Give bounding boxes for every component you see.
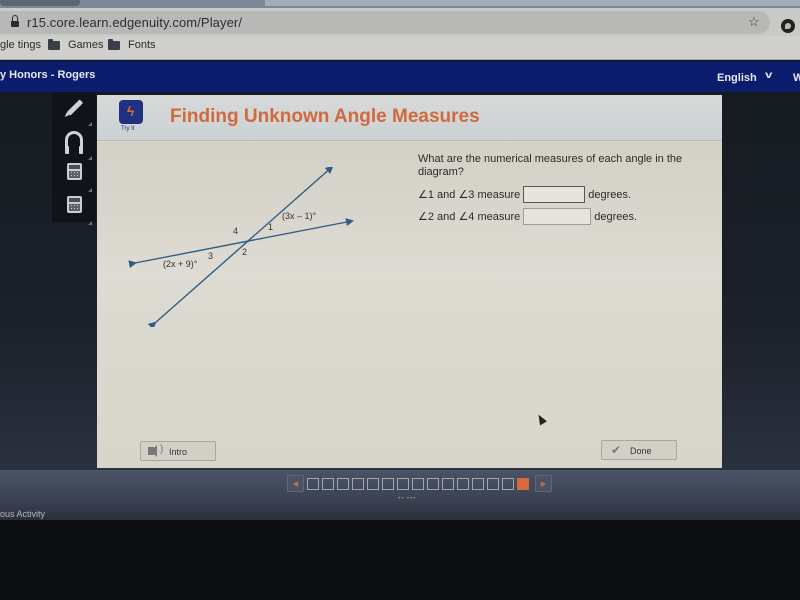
question-prompt: What are the numerical measures of each … bbox=[418, 153, 683, 178]
angle-label-4: 4 bbox=[233, 226, 239, 236]
folder-icon bbox=[108, 38, 120, 50]
answer-label: ∠1 and ∠3 measure bbox=[418, 189, 521, 201]
bookmark-label: Fonts bbox=[128, 39, 156, 51]
angle-3-expression: (2x + 9)° bbox=[163, 259, 198, 269]
lesson-header: ϟ Try It Finding Unknown Angle Measures bbox=[97, 95, 722, 141]
answer-row-2-4: ∠2 and ∠4 measure degrees. bbox=[418, 208, 637, 225]
page-indicator-13[interactable] bbox=[487, 477, 499, 490]
scientific-calculator-tool-button[interactable] bbox=[60, 193, 92, 225]
page-indicator-11[interactable] bbox=[457, 477, 469, 490]
bookmark-folder-fonts[interactable]: Fonts bbox=[108, 38, 156, 51]
angle-label-2: 2 bbox=[242, 247, 248, 257]
lesson-title: Finding Unknown Angle Measures bbox=[170, 106, 480, 127]
checkmark-icon: ✔ bbox=[611, 443, 622, 457]
tab-strip bbox=[0, 0, 800, 8]
extension-icon[interactable] bbox=[781, 19, 795, 33]
app-header: y Honors - Rogers English v W bbox=[0, 61, 800, 92]
bookmarks-bar: gle tings Games Fonts bbox=[0, 36, 800, 60]
bookmark-folder-games[interactable]: Games bbox=[48, 38, 104, 51]
page-indicator-6[interactable] bbox=[382, 477, 394, 490]
page-indicator-10[interactable] bbox=[442, 477, 454, 490]
address-bar[interactable]: r15.core.learn.edgenuity.com/Player/ ☆ bbox=[0, 11, 770, 34]
angle-2-4-input[interactable] bbox=[523, 208, 592, 225]
previous-activity-link[interactable]: ous Activity bbox=[0, 509, 45, 519]
screen: r15.core.learn.edgenuity.com/Player/ ☆ g… bbox=[0, 0, 800, 600]
try-it-label: Try It bbox=[121, 126, 135, 132]
done-button[interactable]: ✔ Done bbox=[601, 440, 677, 460]
answer-suffix: degrees. bbox=[588, 188, 632, 201]
pencil-tool-button[interactable] bbox=[60, 94, 92, 126]
page-indicator-15[interactable] bbox=[517, 477, 529, 490]
page-indicator-12[interactable] bbox=[472, 477, 484, 490]
calculator-tool-button[interactable] bbox=[60, 160, 92, 192]
lower-area bbox=[0, 520, 800, 600]
calculator-icon bbox=[67, 163, 82, 180]
folder-icon bbox=[48, 38, 60, 50]
page-indicator-2[interactable] bbox=[322, 477, 334, 490]
language-selector[interactable]: English bbox=[717, 72, 757, 84]
angle-label-3: 3 bbox=[208, 251, 214, 261]
page-indicator-14[interactable] bbox=[502, 477, 514, 490]
intro-label: Intro bbox=[169, 447, 188, 457]
tool-rail bbox=[52, 92, 96, 225]
lightning-icon: ϟ bbox=[127, 103, 135, 119]
try-it-badge: ϟ bbox=[119, 100, 143, 124]
lesson-body: 4 1 2 3 (3x – 1)° (2x + 9)° What are the… bbox=[97, 142, 722, 468]
address-bar-row: r15.core.learn.edgenuity.com/Player/ ☆ bbox=[0, 8, 800, 36]
angle-1-expression: (3x – 1)° bbox=[282, 211, 317, 221]
angle-label-1: 1 bbox=[268, 222, 274, 232]
chevron-down-icon[interactable]: v bbox=[765, 70, 772, 81]
answer-label: ∠2 and ∠4 measure bbox=[418, 211, 521, 223]
intro-button[interactable]: Intro bbox=[140, 441, 216, 461]
audio-tool-button[interactable] bbox=[60, 128, 92, 160]
page-indicator-5[interactable] bbox=[367, 477, 379, 490]
angle-diagram: 4 1 2 3 (3x – 1)° (2x + 9)° bbox=[120, 167, 370, 327]
page-indicator-1[interactable] bbox=[307, 477, 319, 490]
calculator-icon bbox=[67, 196, 82, 213]
bookmark-star-icon[interactable]: ☆ bbox=[748, 14, 760, 30]
page-indicator-7[interactable] bbox=[397, 477, 409, 490]
page-indicator-3[interactable] bbox=[337, 477, 349, 490]
next-page-button[interactable]: ▶ bbox=[535, 475, 552, 492]
bookmark-item[interactable]: gle tings bbox=[0, 39, 41, 51]
page-indicator-8[interactable] bbox=[412, 477, 424, 490]
page-navigator: ◀ ▶ bbox=[284, 475, 555, 492]
transversal-line bbox=[147, 167, 334, 327]
pager-dots: •• ••• bbox=[398, 496, 417, 502]
browser-tab[interactable] bbox=[0, 0, 80, 6]
angle-1-3-input[interactable] bbox=[523, 186, 586, 203]
page-indicators bbox=[307, 477, 532, 490]
headphones-icon bbox=[65, 131, 83, 154]
bookmark-label: Games bbox=[68, 39, 104, 51]
page-indicator-9[interactable] bbox=[427, 477, 439, 490]
url-text[interactable]: r15.core.learn.edgenuity.com/Player/ bbox=[27, 15, 242, 30]
pencil-icon bbox=[66, 99, 84, 116]
lock-icon[interactable] bbox=[11, 15, 19, 27]
page-indicator-4[interactable] bbox=[352, 477, 364, 490]
speaker-icon bbox=[148, 444, 163, 457]
answer-suffix: degrees. bbox=[594, 210, 638, 223]
mouse-cursor-icon bbox=[535, 412, 547, 426]
course-title: y Honors - Rogers bbox=[0, 69, 96, 81]
bookmark-label: gle tings bbox=[0, 39, 41, 51]
previous-page-button[interactable]: ◀ bbox=[287, 475, 304, 492]
header-overflow-text[interactable]: W bbox=[793, 72, 800, 84]
browser-tab[interactable] bbox=[265, 0, 800, 6]
done-label: Done bbox=[630, 446, 652, 456]
answer-row-1-3: ∠1 and ∠3 measure degrees. bbox=[418, 186, 631, 203]
lesson-panel: ϟ Try It Finding Unknown Angle Measures … bbox=[97, 95, 722, 468]
